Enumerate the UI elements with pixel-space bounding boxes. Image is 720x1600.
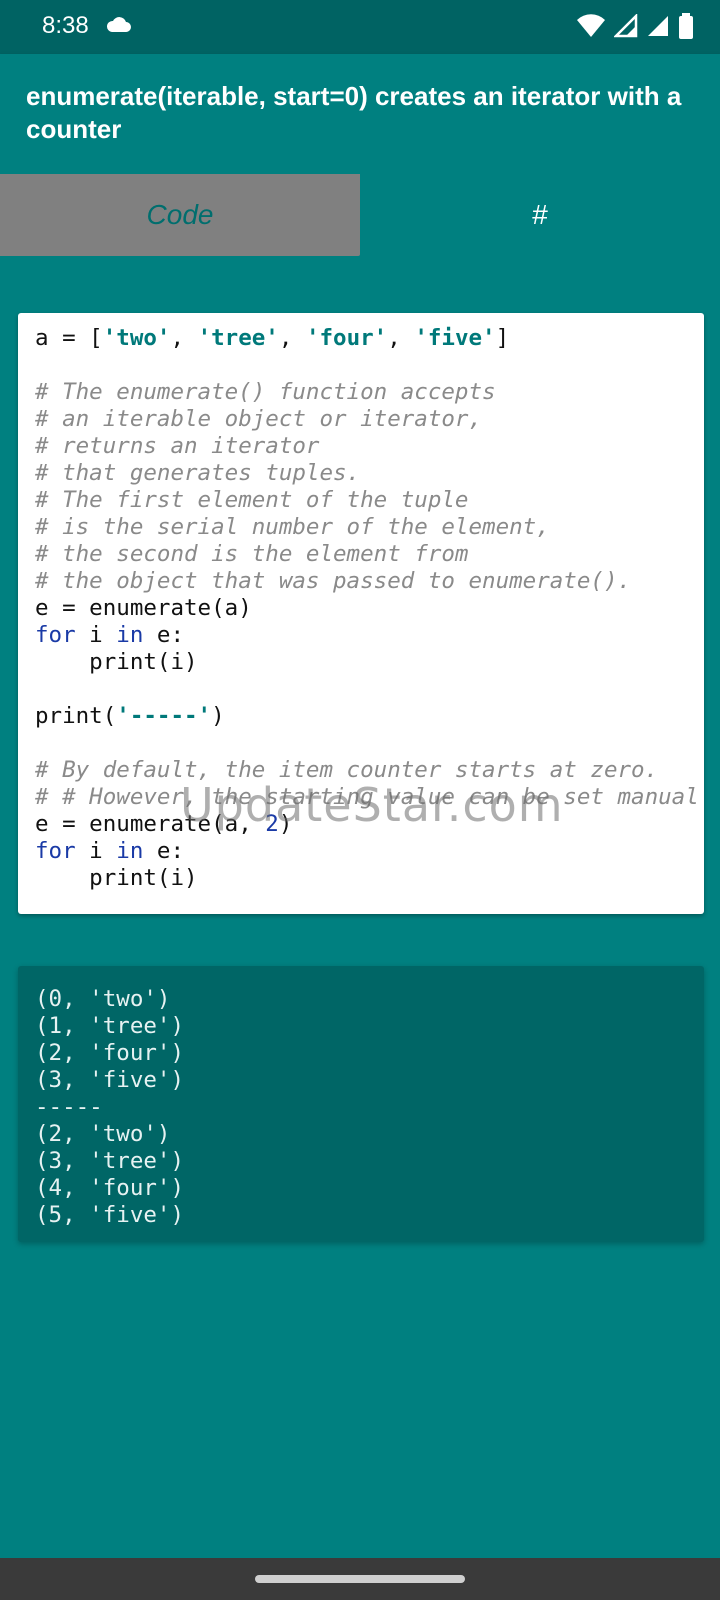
code-line: print('-----') xyxy=(35,703,225,729)
output-line: (5, 'five') xyxy=(35,1202,185,1228)
navigation-bar xyxy=(0,1558,720,1600)
code-line: e = enumerate(a, 2) xyxy=(35,811,293,837)
code-comment: # the second is the element from xyxy=(35,541,469,567)
code-line: print(i) xyxy=(35,865,198,891)
code-comment: # # However, the starting value can be s… xyxy=(35,784,699,810)
code-comment: # that generates tuples. xyxy=(35,460,361,486)
output-line: (0, 'two') xyxy=(35,986,171,1012)
code-comment: # The first element of the tuple xyxy=(35,487,469,513)
code-line: a = ['two', 'tree', 'four', 'five'] xyxy=(35,325,510,351)
tab-hash[interactable]: # xyxy=(360,174,720,256)
output-line: (3, 'five') xyxy=(35,1067,185,1093)
code-line: e = enumerate(a) xyxy=(35,595,252,621)
signal-icon xyxy=(648,16,668,36)
code-comment: # The enumerate() function accepts xyxy=(35,379,496,405)
code-comment: # is the serial number of the element, xyxy=(35,514,550,540)
output-line: ----- xyxy=(35,1094,103,1120)
app-header: enumerate(iterable, start=0) creates an … xyxy=(0,54,720,174)
output-line: (4, 'four') xyxy=(35,1175,185,1201)
tab-code[interactable]: Code xyxy=(0,174,360,256)
code-comment: # an iterable object or iterator, xyxy=(35,406,483,432)
code-string: 'two' xyxy=(102,325,171,351)
code-line: for i in e: xyxy=(35,838,185,864)
status-bar: 8:38 xyxy=(0,0,720,54)
status-time: 8:38 xyxy=(42,12,89,39)
code-string: 'tree' xyxy=(197,325,279,351)
output-line: (1, 'tree') xyxy=(35,1013,185,1039)
signal-icon xyxy=(614,14,638,38)
cloud-icon xyxy=(106,17,131,32)
code-line: for i in e: xyxy=(35,622,185,648)
output-block: (0, 'two') (1, 'tree') (2, 'four') (3, 'fiv… xyxy=(18,966,704,1229)
wifi-icon xyxy=(577,14,605,37)
output-line: (2, 'four') xyxy=(35,1040,185,1066)
status-icons xyxy=(576,13,694,39)
code-block: a = ['two', 'tree', 'four', 'five'] # The… xyxy=(18,313,704,892)
battery-icon xyxy=(679,13,693,39)
code-line: print(i) xyxy=(35,649,198,675)
output-line: (2, 'two') xyxy=(35,1121,171,1147)
code-comment: # By default, the item counter starts at… xyxy=(35,757,659,783)
page-title: enumerate(iterable, start=0) creates an … xyxy=(26,81,682,144)
output-card: (0, 'two') (1, 'tree') (2, 'four') (3, 'fiv… xyxy=(18,966,704,1242)
code-string: 'five' xyxy=(414,325,496,351)
home-gesture-handle[interactable] xyxy=(255,1575,465,1583)
code-string: 'four' xyxy=(305,325,388,351)
code-comment: # the object that was passed to enumerat… xyxy=(35,568,632,594)
code-comment: # returns an iterator xyxy=(35,433,320,459)
output-line: (3, 'tree') xyxy=(35,1148,185,1174)
code-card: a = ['two', 'tree', 'four', 'five'] # The… xyxy=(18,313,704,914)
